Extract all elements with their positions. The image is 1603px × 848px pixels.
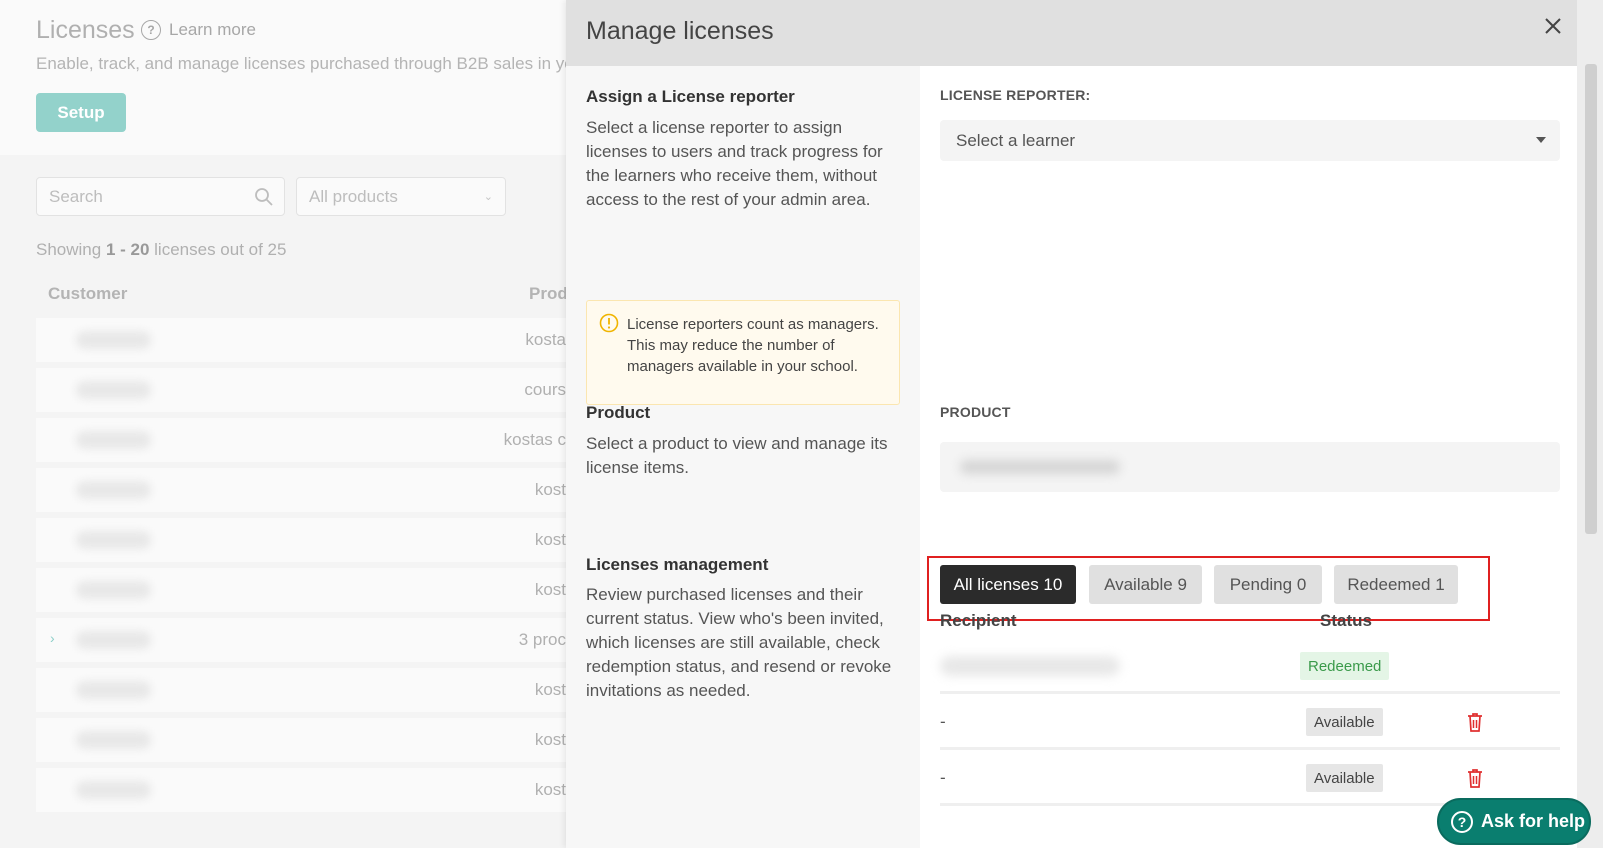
tab-all-licenses[interactable]: All licenses 10 xyxy=(940,565,1076,604)
products-filter-select[interactable]: All products ⌄ xyxy=(296,177,506,216)
status-badge: Available xyxy=(1306,708,1383,736)
table-row[interactable]: kost xyxy=(36,768,566,812)
showing-count: Showing 1 - 20 licenses out of 25 xyxy=(36,240,286,260)
manage-licenses-modal: Manage licenses Assign a License reporte… xyxy=(566,0,1603,848)
table-row[interactable]: kosta xyxy=(36,318,566,362)
product-section-title: Product xyxy=(586,403,651,422)
table-row[interactable]: kost xyxy=(36,718,566,762)
search-input[interactable]: Search xyxy=(36,177,285,216)
scrollbar-thumb[interactable] xyxy=(1585,64,1597,534)
search-placeholder: Search xyxy=(49,186,103,206)
modal-header: Manage licenses xyxy=(566,0,1603,66)
question-icon: ? xyxy=(141,20,161,40)
tab-redeemed[interactable]: Redeemed 1 xyxy=(1334,565,1458,604)
learn-more-label: Learn more xyxy=(169,20,256,39)
modal-description-column: Assign a License reporter Select a licen… xyxy=(566,66,920,848)
table-cell-product: kost xyxy=(534,680,566,699)
licenses-section-description: Review purchased licenses and their curr… xyxy=(586,585,892,700)
table-cell-product: kost xyxy=(534,730,566,749)
close-icon[interactable] xyxy=(1541,14,1565,38)
tab-available[interactable]: Available 9 xyxy=(1089,565,1202,604)
table-cell-product: kost xyxy=(534,580,566,599)
table-cell-product: kost xyxy=(534,530,566,549)
table-cell-product: kosta xyxy=(525,330,566,349)
status-badge: Available xyxy=(1306,764,1383,792)
license-reporter-label: LICENSE REPORTER: xyxy=(940,87,1091,103)
licenses-table: kosta cours kostas c kost kost kost › 3 p… xyxy=(36,318,566,818)
license-row: Redeemed xyxy=(940,642,1560,694)
showing-range: 1 - 20 xyxy=(105,240,150,259)
recipient-blurred xyxy=(940,656,1120,676)
learn-more-link[interactable]: ? Learn more xyxy=(141,20,256,40)
tab-pending[interactable]: Pending 0 xyxy=(1214,565,1322,604)
ask-for-help-button[interactable]: ? Ask for help xyxy=(1437,798,1591,845)
customer-blurred xyxy=(76,781,151,799)
warning-icon xyxy=(599,313,619,333)
customer-blurred xyxy=(76,531,151,549)
table-cell-product: kost xyxy=(534,480,566,499)
license-reporter-select[interactable]: Select a learner xyxy=(940,120,1560,161)
products-filter-value: All products xyxy=(309,186,398,206)
chevron-down-icon: ⌄ xyxy=(483,191,493,203)
column-header-recipient: Recipient xyxy=(940,611,1017,630)
license-reporter-placeholder: Select a learner xyxy=(956,130,1076,150)
reporter-section-title: Assign a License reporter xyxy=(586,87,795,106)
table-cell-product: kostas c xyxy=(503,430,566,449)
customer-blurred xyxy=(76,431,151,449)
customer-blurred xyxy=(76,331,151,349)
customer-blurred xyxy=(76,581,151,599)
license-row: - Available xyxy=(940,698,1560,750)
table-cell-product: 3 proc xyxy=(518,630,566,649)
status-badge: Redeemed xyxy=(1300,652,1390,680)
page-subtitle: Enable, track, and manage licenses purch… xyxy=(36,54,566,73)
reporter-warning-box: License reporters count as managers. Thi… xyxy=(586,300,900,405)
table-row[interactable]: › 3 proc xyxy=(36,618,566,662)
help-icon: ? xyxy=(1451,810,1473,833)
modal-title: Manage licenses xyxy=(586,17,774,45)
table-cell-product: cours xyxy=(524,380,566,399)
column-header-status: Status xyxy=(1320,611,1372,630)
licenses-section-title: Licenses management xyxy=(586,555,769,574)
modal-scrollbar[interactable] xyxy=(1577,0,1603,848)
table-row[interactable]: kost xyxy=(36,668,566,712)
customer-blurred xyxy=(76,481,151,499)
product-section-description: Select a product to view and manage its … xyxy=(586,434,888,477)
caret-down-icon xyxy=(1536,137,1546,143)
trash-icon[interactable] xyxy=(1465,767,1485,789)
column-header-customer[interactable]: Customer xyxy=(48,284,127,304)
product-label: PRODUCT xyxy=(940,404,1011,420)
table-row[interactable]: cours xyxy=(36,368,566,412)
recipient-cell: - xyxy=(940,712,946,731)
setup-button[interactable]: Setup xyxy=(36,93,126,132)
table-row[interactable]: kost xyxy=(36,468,566,512)
table-cell-product: kost xyxy=(534,780,566,799)
recipient-cell: - xyxy=(940,768,946,787)
showing-suffix: licenses out of 25 xyxy=(149,240,287,259)
customer-blurred xyxy=(76,631,151,649)
ask-for-help-label: Ask for help xyxy=(1481,811,1586,831)
table-row[interactable]: kostas c xyxy=(36,418,566,462)
expand-icon[interactable]: › xyxy=(50,630,55,646)
customer-blurred xyxy=(76,681,151,699)
column-header-product[interactable]: Prod xyxy=(529,284,568,304)
product-select[interactable] xyxy=(940,442,1560,492)
table-row[interactable]: kost xyxy=(36,518,566,562)
customer-blurred xyxy=(76,731,151,749)
search-icon xyxy=(255,188,273,206)
modal-controls-column: LICENSE REPORTER: Select a learner PRODU… xyxy=(920,66,1577,848)
page-title: Licenses xyxy=(36,16,135,44)
reporter-section-description: Select a license reporter to assign lice… xyxy=(586,118,883,209)
trash-icon[interactable] xyxy=(1465,711,1485,733)
reporter-warning-text: License reporters count as managers. Thi… xyxy=(627,316,879,375)
customer-blurred xyxy=(76,381,151,399)
product-value-blurred xyxy=(960,460,1120,474)
table-row[interactable]: kost xyxy=(36,568,566,612)
showing-prefix: Showing xyxy=(36,240,106,259)
